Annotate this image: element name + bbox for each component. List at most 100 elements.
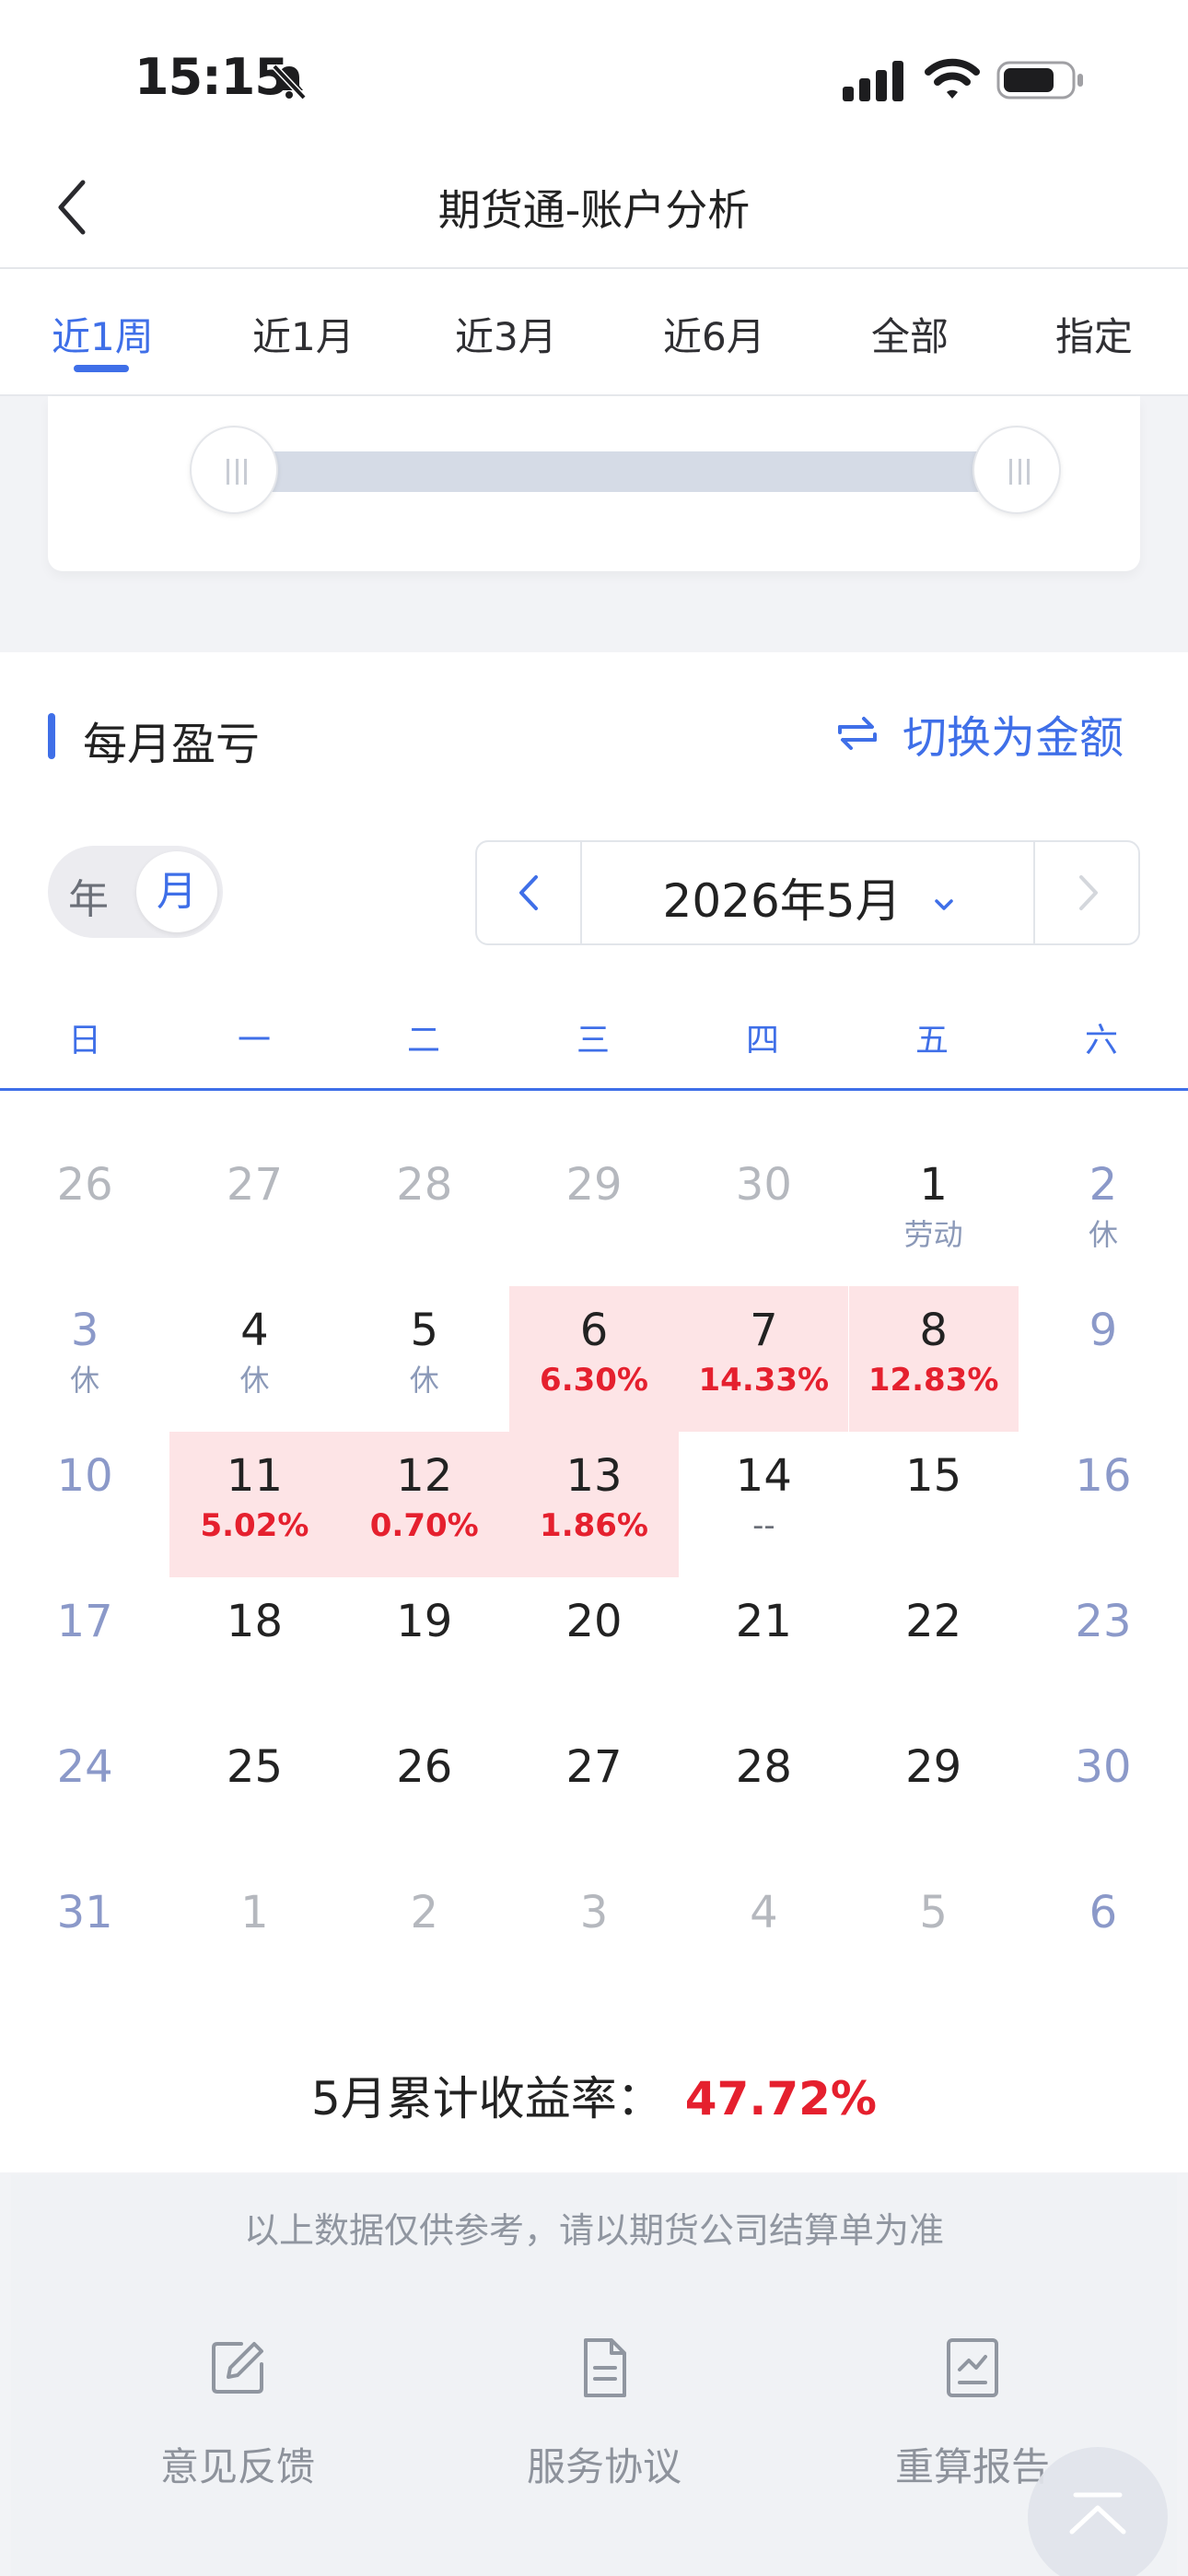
chevron-right-icon: [1079, 875, 1098, 910]
calendar-day[interactable]: 20: [509, 1577, 679, 1723]
day-number: 15: [905, 1450, 962, 1502]
day-number: 1: [919, 1159, 948, 1211]
service-agreement-label: 服务协议: [526, 2444, 681, 2489]
toggle-year[interactable]: 年: [68, 866, 109, 925]
service-agreement-button[interactable]: 服务协议: [466, 2336, 742, 2492]
calendar-day[interactable]: 8 12.83%: [848, 1286, 1019, 1432]
calendar-day[interactable]: 19: [340, 1577, 509, 1723]
daily-return: 5.02%: [200, 1507, 309, 1544]
tab-1-month[interactable]: 近1月: [252, 306, 355, 362]
calendar-day[interactable]: 24: [0, 1723, 169, 1868]
range-slider-right-handle[interactable]: [973, 426, 1061, 514]
calendar-day[interactable]: 27: [169, 1141, 339, 1286]
switch-to-amount-button[interactable]: 切换为金额: [834, 704, 1124, 764]
calendar-day[interactable]: 5: [849, 1868, 1019, 2014]
tab-6-months[interactable]: 近6月: [663, 306, 765, 362]
calendar-day[interactable]: 31: [0, 1868, 169, 2014]
calendar-day[interactable]: 3休: [0, 1286, 169, 1432]
tab-all[interactable]: 全部: [871, 306, 949, 362]
daily-return: 14.33%: [698, 1362, 830, 1399]
calendar-day[interactable]: 18: [169, 1577, 339, 1723]
calendar-day[interactable]: 28: [679, 1723, 848, 1868]
month-selector[interactable]: 2026年5月: [582, 864, 1035, 931]
calendar-day[interactable]: 21: [679, 1577, 848, 1723]
calendar-day[interactable]: 1: [169, 1868, 339, 2014]
calendar-day[interactable]: 4: [679, 1868, 848, 2014]
calendar-day[interactable]: 15: [849, 1432, 1019, 1577]
calendar-day[interactable]: 25: [169, 1723, 339, 1868]
calendar-day[interactable]: 29: [509, 1141, 679, 1286]
report-icon: [947, 2338, 998, 2397]
holiday-label: 休: [70, 1363, 100, 1398]
daily-return: 6.30%: [540, 1362, 649, 1399]
calendar-day[interactable]: 30: [679, 1141, 848, 1286]
edit-icon: [212, 2342, 263, 2394]
day-number: 23: [1075, 1596, 1132, 1647]
calendar-day[interactable]: 2: [340, 1868, 509, 2014]
tab-3-months[interactable]: 近3月: [455, 306, 557, 362]
prev-month-button[interactable]: [477, 842, 582, 943]
calendar-day[interactable]: 22: [849, 1577, 1019, 1723]
back-to-top-button[interactable]: [1028, 2447, 1168, 2576]
toggle-month[interactable]: 月: [136, 851, 217, 932]
calendar-day[interactable]: 11 5.02%: [169, 1432, 340, 1577]
day-number: 2: [410, 1887, 439, 1938]
calendar-day[interactable]: 5休: [340, 1286, 509, 1432]
calendar-day[interactable]: 14 --: [679, 1432, 848, 1577]
day-number: 29: [905, 1741, 962, 1793]
tab-custom[interactable]: 指定: [1055, 306, 1133, 362]
day-number: 11: [226, 1450, 283, 1502]
weekday-wed: 三: [576, 1022, 610, 1060]
calendar-day[interactable]: 27: [509, 1723, 679, 1868]
day-number: 25: [226, 1741, 283, 1793]
calendar-day[interactable]: 26: [340, 1723, 509, 1868]
day-number: 14: [735, 1450, 792, 1502]
day-number: 5: [410, 1305, 439, 1356]
calendar-day[interactable]: 13 1.86%: [508, 1432, 680, 1577]
calendar-day[interactable]: 16: [1019, 1432, 1188, 1577]
day-number: 5: [919, 1887, 948, 1938]
range-slider-track[interactable]: [232, 451, 1042, 492]
feedback-button[interactable]: 意见反馈: [99, 2336, 376, 2492]
day-number: 6: [1089, 1887, 1118, 1938]
section-title: 每月盈亏: [83, 719, 261, 770]
day-number: 10: [56, 1450, 113, 1502]
cumulative-value: 47.72%: [684, 2072, 878, 2125]
calendar-day[interactable]: 30: [1019, 1723, 1188, 1868]
day-number: 3: [579, 1887, 609, 1938]
holiday-label: 劳动: [903, 1217, 963, 1252]
tab-1-week[interactable]: 近1周: [52, 306, 154, 362]
grip-icon: [227, 459, 247, 485]
calendar-day[interactable]: 12 0.70%: [339, 1432, 509, 1577]
day-number: 4: [750, 1887, 778, 1938]
calendar-day[interactable]: 23: [1019, 1577, 1188, 1723]
weekday-tue: 二: [406, 1022, 440, 1060]
calendar-day[interactable]: 26: [0, 1141, 169, 1286]
day-number: 13: [565, 1450, 623, 1502]
chevron-down-icon: [935, 898, 954, 910]
daily-return: 0.70%: [369, 1507, 479, 1544]
grip-icon: [1009, 459, 1030, 485]
day-number: 16: [1075, 1450, 1132, 1502]
disclaimer-text: 以上数据仅供参考，请以期货公司结算单为准: [243, 2210, 944, 2251]
weekday-sun: 日: [67, 1022, 101, 1060]
calendar-day[interactable]: 2休: [1019, 1141, 1188, 1286]
calendar-day[interactable]: 6: [1019, 1868, 1188, 2014]
calendar-day[interactable]: 1 劳动: [849, 1141, 1019, 1286]
cellular-signal-icon: [843, 61, 903, 101]
calendar-day[interactable]: 17: [0, 1577, 169, 1723]
cumulative-return: 5月累计收益率： 47.72%: [0, 2062, 1188, 2128]
wifi-icon: [925, 58, 980, 99]
calendar-day[interactable]: 4休: [169, 1286, 339, 1432]
calendar-day[interactable]: 28: [340, 1141, 509, 1286]
calendar-day[interactable]: 9: [1019, 1286, 1188, 1432]
holiday-label: 休: [239, 1363, 270, 1398]
document-icon: [584, 2338, 626, 2397]
calendar-day[interactable]: 29: [849, 1723, 1019, 1868]
range-slider-left-handle[interactable]: [190, 426, 278, 514]
calendar-day[interactable]: 3: [509, 1868, 679, 2014]
arrow-up-icon: [1069, 2492, 1126, 2535]
calendar-day[interactable]: 10: [0, 1432, 169, 1577]
calendar-day[interactable]: 6 6.30%: [508, 1286, 680, 1432]
calendar-day[interactable]: 7 14.33%: [679, 1286, 849, 1432]
